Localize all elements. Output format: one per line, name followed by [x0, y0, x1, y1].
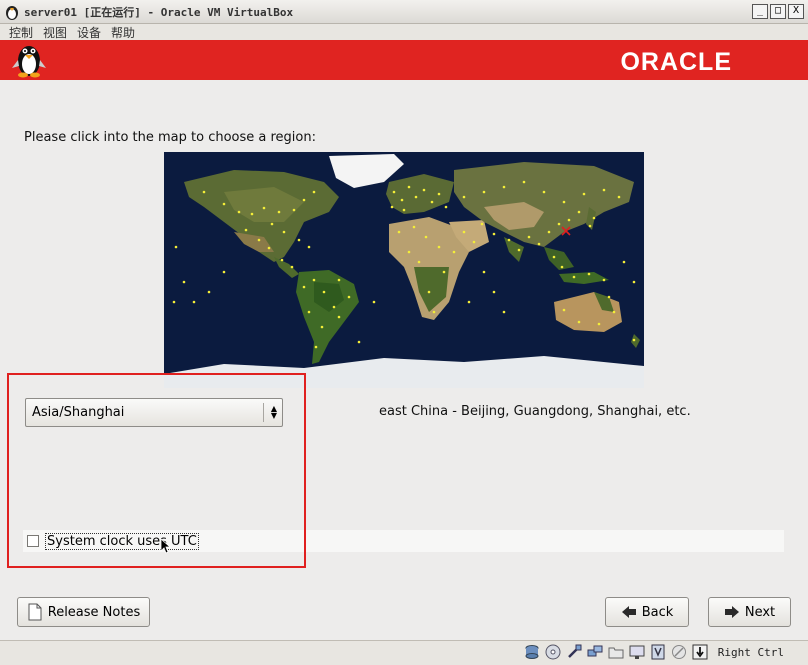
- release-notes-label: Release Notes: [47, 604, 141, 620]
- window-title: server01 [正在运行] - Oracle VM VirtualBox: [24, 5, 294, 19]
- close-button[interactable]: X: [788, 4, 804, 19]
- minimize-button[interactable]: _: [752, 4, 768, 19]
- next-label: Next: [744, 604, 776, 620]
- installer-banner: ORACLE: [0, 40, 808, 80]
- arrow-left-icon: [621, 606, 636, 618]
- window-titlebar: server01 [正在运行] - Oracle VM VirtualBox _…: [0, 0, 808, 24]
- network-icon[interactable]: [587, 644, 603, 660]
- menubar: 控制 视图 设备 帮助: [0, 24, 808, 40]
- app-icon: [6, 5, 18, 20]
- video-capture-icon[interactable]: [650, 644, 666, 660]
- keyboard-icon[interactable]: [692, 644, 708, 660]
- utc-row[interactable]: System clock uses UTC: [23, 530, 784, 552]
- shared-folder-icon[interactable]: [608, 644, 624, 660]
- back-button[interactable]: Back: [605, 597, 689, 627]
- document-icon: [28, 603, 42, 621]
- timezone-description: east China - Beijing, Guangdong, Shangha…: [379, 404, 691, 419]
- timezone-value: Asia/Shanghai: [32, 405, 125, 420]
- menu-help[interactable]: 帮助: [111, 24, 135, 41]
- timezone-dropdown[interactable]: Asia/Shanghai ▲ ▼: [25, 398, 283, 427]
- next-button[interactable]: Next: [708, 597, 791, 627]
- world-map[interactable]: [164, 152, 644, 388]
- utc-checkbox[interactable]: [27, 535, 39, 547]
- mouse-integration-icon[interactable]: [671, 644, 687, 660]
- map-prompt: Please click into the map to choose a re…: [24, 130, 316, 145]
- back-label: Back: [641, 604, 674, 620]
- menu-devices[interactable]: 设备: [77, 24, 101, 41]
- utc-label[interactable]: System clock uses UTC: [45, 532, 199, 550]
- status-bar: Right Ctrl: [0, 640, 808, 665]
- cd-icon[interactable]: [545, 644, 561, 660]
- dropdown-arrows-icon: ▲ ▼: [270, 404, 277, 420]
- display-icon[interactable]: [629, 644, 645, 660]
- world-map-image[interactable]: [164, 152, 644, 388]
- tux-logo-icon: [12, 46, 46, 78]
- menu-control[interactable]: 控制: [9, 24, 33, 41]
- mouse-cursor-icon: [160, 538, 172, 554]
- release-notes-button[interactable]: Release Notes: [17, 597, 150, 627]
- guest-screen: ORACLE Please click into the map to choo…: [0, 40, 808, 640]
- host-key-label: Right Ctrl: [717, 646, 784, 659]
- hard-disk-icon[interactable]: [524, 644, 540, 660]
- maximize-button[interactable]: □: [770, 4, 786, 19]
- oracle-logo: ORACLE: [620, 48, 732, 76]
- arrow-right-icon: [724, 606, 739, 618]
- usb-icon[interactable]: [566, 644, 582, 660]
- menu-view[interactable]: 视图: [43, 24, 67, 41]
